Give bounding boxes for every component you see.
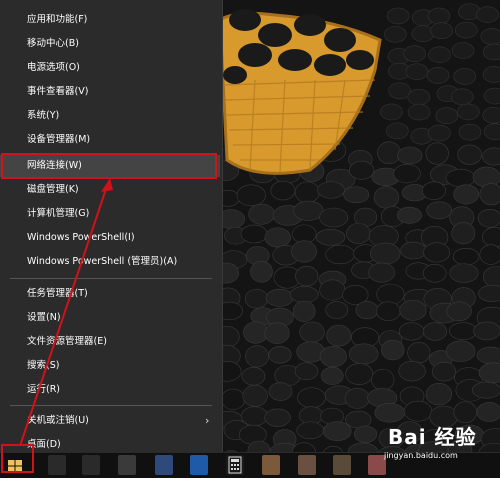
menu-item-search[interactable]: 搜索(S)	[0, 355, 220, 377]
chevron-right-icon: ›	[205, 414, 210, 427]
search-icon[interactable]	[48, 455, 66, 475]
menu-item-device-manager[interactable]: 设备管理器(M)	[0, 129, 220, 151]
pinned-app-icon[interactable]	[298, 455, 316, 475]
menu-item-task-manager[interactable]: 任务管理器(T)	[0, 283, 220, 305]
store-icon[interactable]	[190, 455, 208, 475]
menu-item-file-explorer[interactable]: 文件资源管理器(E)	[0, 331, 220, 353]
menu-item-settings[interactable]: 设置(N)	[0, 307, 220, 329]
menu-item-system[interactable]: 系统(Y)	[0, 105, 220, 127]
watermark-logo: Bai 经验	[388, 425, 477, 449]
pinned-app-icon[interactable]	[262, 455, 280, 475]
menu-separator	[10, 278, 212, 279]
wallpaper-basket	[218, 9, 382, 175]
menu-item-mobility-center[interactable]: 移动中心(B)	[0, 33, 220, 55]
menu-item-run[interactable]: 运行(R)	[0, 379, 220, 401]
highlight-box-network-connections	[1, 153, 217, 179]
menu-item-powershell-admin[interactable]: Windows PowerShell (管理员)(A)	[0, 251, 220, 273]
menu-item-event-viewer[interactable]: 事件查看器(V)	[0, 81, 220, 103]
menu-item-disk-management[interactable]: 磁盘管理(K)	[0, 179, 220, 201]
explorer-icon[interactable]	[155, 455, 173, 475]
pinned-app-icon[interactable]	[333, 455, 351, 475]
menu-separator	[10, 405, 212, 406]
winx-context-menu: 应用和功能(F) 移动中心(B) 电源选项(O) 事件查看器(V) 系统(Y) …	[0, 0, 223, 452]
menu-item-power-options[interactable]: 电源选项(O)	[0, 57, 220, 79]
watermark-url: jingyan.baidu.com	[384, 451, 458, 460]
menu-item-powershell[interactable]: Windows PowerShell(I)	[0, 227, 220, 249]
menu-item-apps-features[interactable]: 应用和功能(F)	[0, 9, 220, 31]
calculator-icon[interactable]	[226, 455, 244, 475]
task-view-icon[interactable]	[82, 455, 100, 475]
browser-icon[interactable]	[118, 455, 136, 475]
menu-item-computer-management[interactable]: 计算机管理(G)	[0, 203, 220, 225]
highlight-box-start-button	[1, 444, 34, 473]
menu-item-shutdown-signout[interactable]: 关机或注销(U)	[0, 410, 220, 432]
